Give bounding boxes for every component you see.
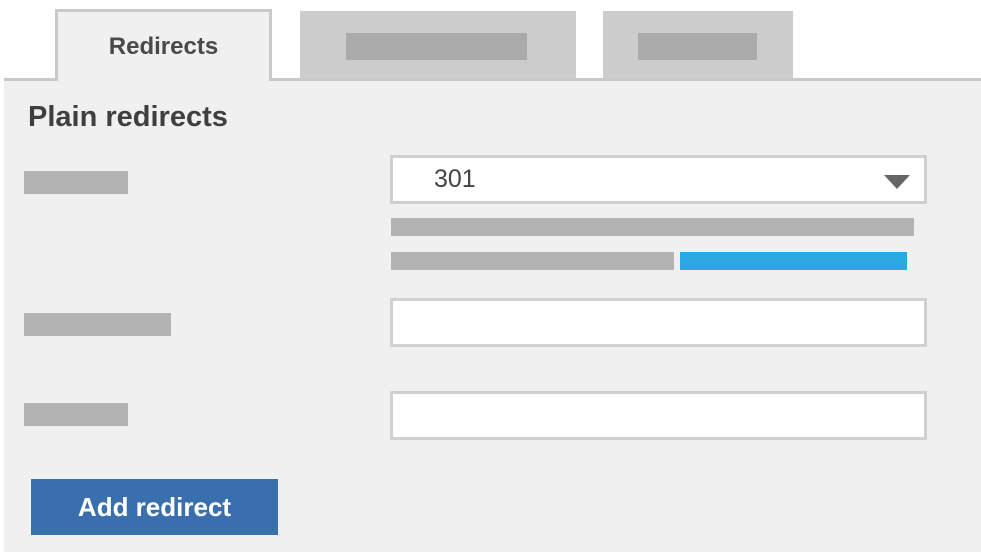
tab-second-label-placeholder (346, 33, 527, 60)
tab-second[interactable] (300, 11, 576, 78)
section-title: Plain redirects (28, 101, 228, 133)
redirect-type-label-placeholder (24, 171, 128, 194)
tab-third-label-placeholder (638, 33, 757, 60)
target-url-label-placeholder (24, 403, 128, 426)
tab-redirects[interactable]: Redirects (55, 9, 272, 81)
target-url-input[interactable] (390, 391, 927, 440)
help-text-line-1-placeholder (391, 218, 914, 236)
tab-redirects-label: Redirects (108, 32, 219, 60)
chevron-down-icon (884, 175, 910, 189)
add-redirect-button[interactable]: Add redirect (31, 479, 278, 535)
help-text-line-2-placeholder (391, 252, 674, 270)
help-link[interactable] (680, 252, 907, 270)
source-url-label-placeholder (24, 313, 171, 336)
redirects-settings-window: Redirects Plain redirects 301 Add redire… (0, 0, 981, 552)
source-url-input[interactable] (390, 298, 927, 347)
redirect-type-select[interactable]: 301 (390, 155, 927, 204)
tab-third[interactable] (603, 11, 793, 78)
redirect-type-value: 301 (434, 165, 476, 193)
